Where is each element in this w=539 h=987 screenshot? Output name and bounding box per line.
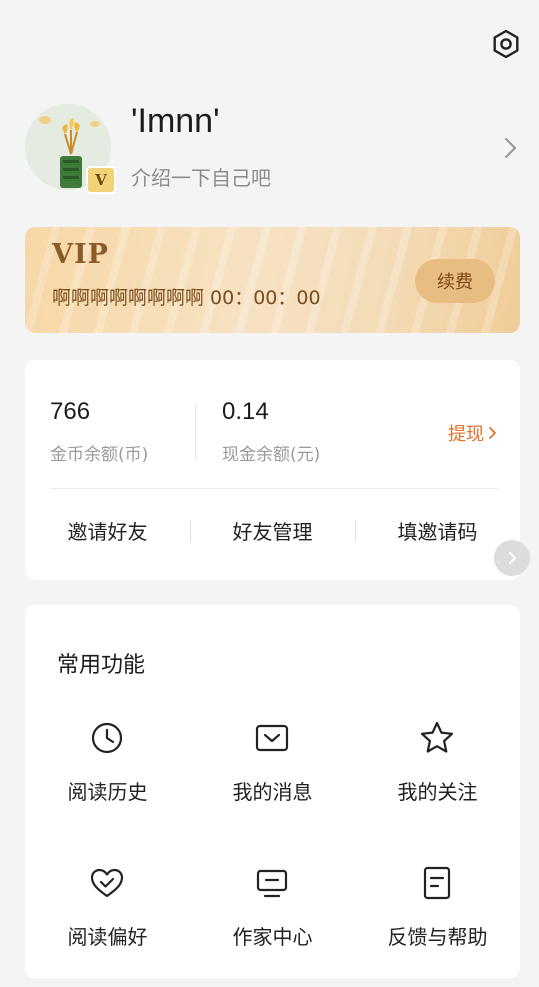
settings-button[interactable]	[488, 26, 524, 62]
writer-center-button[interactable]: 作家中心	[190, 865, 355, 965]
my-follows-label: 我的关注	[397, 780, 478, 804]
bio-text[interactable]: 介绍一下自己吧	[131, 162, 271, 191]
invite-friends-button[interactable]: 邀请好友	[25, 516, 190, 545]
floating-next-button[interactable]	[494, 540, 530, 576]
chevron-right-icon	[504, 137, 517, 159]
reading-history-button[interactable]: 阅读历史	[25, 720, 190, 820]
message-icon	[255, 724, 289, 752]
gear-icon	[493, 29, 519, 59]
vip-banner[interactable]: VIP 啊啊啊啊啊啊啊啊 00：00：00 续费	[25, 227, 520, 333]
divider	[195, 404, 196, 460]
chevron-right-icon	[489, 427, 496, 439]
reading-preferences-button[interactable]: 阅读偏好	[25, 865, 190, 965]
my-messages-button[interactable]: 我的消息	[190, 720, 355, 820]
reading-history-label: 阅读历史	[67, 780, 148, 804]
reading-preferences-label: 阅读偏好	[67, 925, 148, 949]
star-icon	[420, 721, 454, 753]
writer-center-label: 作家中心	[232, 925, 313, 949]
my-follows-button[interactable]: 我的关注	[355, 720, 520, 820]
clock-icon	[91, 722, 123, 754]
profile-header[interactable]: V 'Imnn' 介绍一下自己吧	[0, 100, 539, 200]
cash-balance-value: 0.14	[222, 398, 269, 425]
heart-check-icon	[90, 868, 124, 898]
my-messages-label: 我的消息	[232, 780, 313, 804]
cash-balance-label: 现金余额(元)	[222, 445, 321, 465]
coin-balance-value: 766	[50, 398, 91, 425]
feedback-help-button[interactable]: 反馈与帮助	[355, 865, 520, 965]
withdraw-label: 提现	[448, 424, 484, 445]
divider	[50, 488, 498, 489]
chevron-right-icon	[509, 552, 516, 564]
coin-balance[interactable]: 766 金币余额(币)	[50, 398, 148, 465]
renew-button[interactable]: 续费	[415, 259, 495, 303]
withdraw-button[interactable]: 提现	[448, 420, 498, 446]
cash-balance[interactable]: 0.14 现金余额(元)	[222, 398, 320, 465]
document-icon	[423, 866, 451, 900]
common-functions-card: 常用功能 阅读历史 我的消息 我的关注 阅读偏好 作家中心 反馈与帮助	[25, 605, 520, 978]
section-title: 常用功能	[57, 653, 146, 678]
vip-title: VIP	[52, 239, 109, 270]
coin-balance-label: 金币余额(币)	[50, 445, 149, 465]
feedback-help-label: 反馈与帮助	[387, 925, 488, 949]
enter-invite-code-button[interactable]: 填邀请码	[355, 516, 520, 545]
vip-description: 啊啊啊啊啊啊啊啊 00：00：00	[52, 287, 321, 309]
username: 'Imnn'	[131, 102, 220, 140]
manage-friends-button[interactable]: 好友管理	[190, 516, 355, 545]
vip-badge: V	[86, 166, 116, 194]
monitor-icon	[256, 869, 288, 898]
wallet-card: 766 金币余额(币) 0.14 现金余额(元) 提现 邀请好友 好友管理 填邀…	[25, 360, 520, 580]
